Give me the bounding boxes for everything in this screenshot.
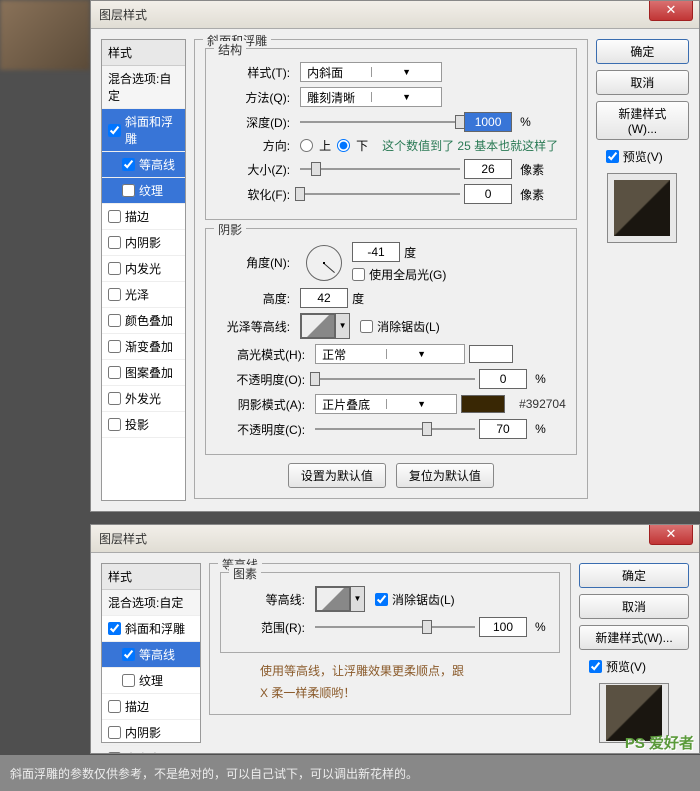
structure-fieldset: 结构 样式(T): 内斜面▼ 方法(Q): 雕刻清晰▼ 深度(D): 1000 …	[205, 48, 577, 220]
chevron-down-icon: ▼	[371, 92, 441, 102]
style-item-bevel[interactable]: 斜面和浮雕	[102, 109, 185, 152]
style-item-inner-glow[interactable]: 内发光	[102, 746, 200, 754]
contour-checkbox[interactable]	[122, 158, 135, 171]
angle-dial[interactable]	[306, 245, 342, 281]
style-item-inner-shadow[interactable]: 内阴影	[102, 720, 200, 746]
close-button[interactable]: ✕	[649, 525, 693, 545]
style-item-texture[interactable]: 纹理	[102, 178, 185, 204]
new-style-button[interactable]: 新建样式(W)...	[596, 101, 689, 140]
highlight-opacity-input[interactable]: 0	[479, 369, 527, 389]
style-item-gradient-overlay[interactable]: 渐变叠加	[102, 334, 185, 360]
cancel-button[interactable]: 取消	[579, 594, 689, 619]
style-item-stroke[interactable]: 描边	[102, 694, 200, 720]
titlebar[interactable]: 图层样式 ✕	[91, 1, 699, 29]
highlight-color-swatch[interactable]	[469, 345, 513, 363]
style-item-contour[interactable]: 等高线	[102, 642, 200, 668]
ok-button[interactable]: 确定	[579, 563, 689, 588]
chevron-down-icon: ▼	[350, 587, 364, 611]
direction-down-radio[interactable]	[337, 139, 350, 152]
reset-default-button[interactable]: 复位为默认值	[396, 463, 494, 488]
footer-caption: 斜面浮雕的参数仅供参考，不是绝对的，可以自己试下，可以调出新花样的。	[0, 755, 700, 791]
preview-checkbox[interactable]	[606, 150, 619, 163]
range-slider[interactable]	[315, 618, 475, 636]
style-item-contour[interactable]: 等高线	[102, 152, 185, 178]
dialog-title: 图层样式	[99, 530, 147, 547]
soften-input[interactable]: 0	[464, 184, 512, 204]
set-default-button[interactable]: 设置为默认值	[288, 463, 386, 488]
highlight-mode-select[interactable]: 正常▼	[315, 344, 465, 364]
shadow-mode-select[interactable]: 正片叠底▼	[315, 394, 457, 414]
settings-panel: 等高线 图素 等高线: ▼ 消除锯齿(L) 范围(R): 100 % 使用等高线…	[209, 563, 571, 743]
close-button[interactable]: ✕	[649, 1, 693, 21]
texture-checkbox[interactable]	[122, 184, 135, 197]
blend-options-item[interactable]: 混合选项:自定	[102, 66, 185, 109]
size-input[interactable]: 26	[464, 159, 512, 179]
shadow-opacity-input[interactable]: 70	[479, 419, 527, 439]
annotation-text: 使用等高线，让浮雕效果更柔顺点，跟 X 柔一样柔顺哟！	[260, 661, 560, 704]
soften-slider[interactable]	[300, 185, 460, 203]
titlebar[interactable]: 图层样式 ✕	[91, 525, 699, 553]
contour-picker[interactable]: ▼	[315, 586, 365, 612]
styles-header[interactable]: 样式	[102, 564, 200, 590]
direction-up-radio[interactable]	[300, 139, 313, 152]
styles-list: 样式 混合选项:自定 斜面和浮雕 等高线 纹理 描边 内阴影 内发光 光泽 颜色…	[101, 39, 186, 501]
antialias-checkbox[interactable]	[360, 320, 373, 333]
size-slider[interactable]	[300, 160, 460, 178]
style-item-outer-glow[interactable]: 外发光	[102, 386, 185, 412]
global-light-checkbox[interactable]	[352, 268, 365, 281]
range-input[interactable]: 100	[479, 617, 527, 637]
chevron-down-icon: ▼	[335, 314, 349, 338]
ok-button[interactable]: 确定	[596, 39, 689, 64]
bevel-fieldset: 斜面和浮雕 结构 样式(T): 内斜面▼ 方法(Q): 雕刻清晰▼ 深度(D):…	[194, 39, 588, 499]
elements-fieldset: 图素 等高线: ▼ 消除锯齿(L) 范围(R): 100 %	[220, 572, 560, 653]
style-item-color-overlay[interactable]: 颜色叠加	[102, 308, 185, 334]
style-item-pattern-overlay[interactable]: 图案叠加	[102, 360, 185, 386]
styles-list: 样式 混合选项:自定 斜面和浮雕 等高线 纹理 描边 内阴影 内发光	[101, 563, 201, 743]
cancel-button[interactable]: 取消	[596, 70, 689, 95]
layer-style-dialog-2: 图层样式 ✕ 样式 混合选项:自定 斜面和浮雕 等高线 纹理 描边 内阴影 内发…	[90, 524, 700, 754]
shading-fieldset: 阴影 角度(N): -41 度 使用全局光(G)	[205, 228, 577, 455]
bevel-checkbox[interactable]	[108, 124, 121, 137]
settings-panel: 斜面和浮雕 结构 样式(T): 内斜面▼ 方法(Q): 雕刻清晰▼ 深度(D):…	[194, 39, 588, 501]
blend-options-item[interactable]: 混合选项:自定	[102, 590, 200, 616]
style-item-stroke[interactable]: 描边	[102, 204, 185, 230]
hex-annotation: #392704	[519, 397, 566, 411]
action-panel: 确定 取消 新建样式(W)... 预览(V)	[596, 39, 689, 501]
dialog-title: 图层样式	[99, 6, 147, 23]
new-style-button[interactable]: 新建样式(W)...	[579, 625, 689, 650]
style-item-inner-shadow[interactable]: 内阴影	[102, 230, 185, 256]
style-item-satin[interactable]: 光泽	[102, 282, 185, 308]
style-item-inner-glow[interactable]: 内发光	[102, 256, 185, 282]
highlight-opacity-slider[interactable]	[315, 370, 475, 388]
layer-style-dialog-1: 图层样式 ✕ 样式 混合选项:自定 斜面和浮雕 等高线 纹理 描边 内阴影 内发…	[90, 0, 700, 512]
preview-checkbox[interactable]	[589, 660, 602, 673]
altitude-input[interactable]: 42	[300, 288, 348, 308]
chevron-down-icon: ▼	[386, 399, 456, 409]
contour-fieldset: 等高线 图素 等高线: ▼ 消除锯齿(L) 范围(R): 100 % 使用等高线…	[209, 563, 571, 715]
style-select[interactable]: 内斜面▼	[300, 62, 442, 82]
angle-input[interactable]: -41	[352, 242, 400, 262]
chevron-down-icon: ▼	[386, 349, 456, 359]
depth-input[interactable]: 1000	[464, 112, 512, 132]
shadow-opacity-slider[interactable]	[315, 420, 475, 438]
gloss-contour-picker[interactable]: ▼	[300, 313, 350, 339]
style-item-texture[interactable]: 纹理	[102, 668, 200, 694]
styles-header[interactable]: 样式	[102, 40, 185, 66]
annotation-text: 这个数值到了 25 基本也就这样了	[382, 137, 558, 154]
depth-slider[interactable]	[300, 113, 460, 131]
preview-thumbnail	[607, 173, 677, 243]
action-panel: 确定 取消 新建样式(W)... 预览(V)	[579, 563, 689, 743]
technique-select[interactable]: 雕刻清晰▼	[300, 87, 442, 107]
style-item-drop-shadow[interactable]: 投影	[102, 412, 185, 438]
style-item-bevel[interactable]: 斜面和浮雕	[102, 616, 200, 642]
antialias-checkbox[interactable]	[375, 593, 388, 606]
shadow-color-swatch[interactable]	[461, 395, 505, 413]
chevron-down-icon: ▼	[371, 67, 441, 77]
watermark-text: PS 爱好者	[625, 732, 694, 753]
